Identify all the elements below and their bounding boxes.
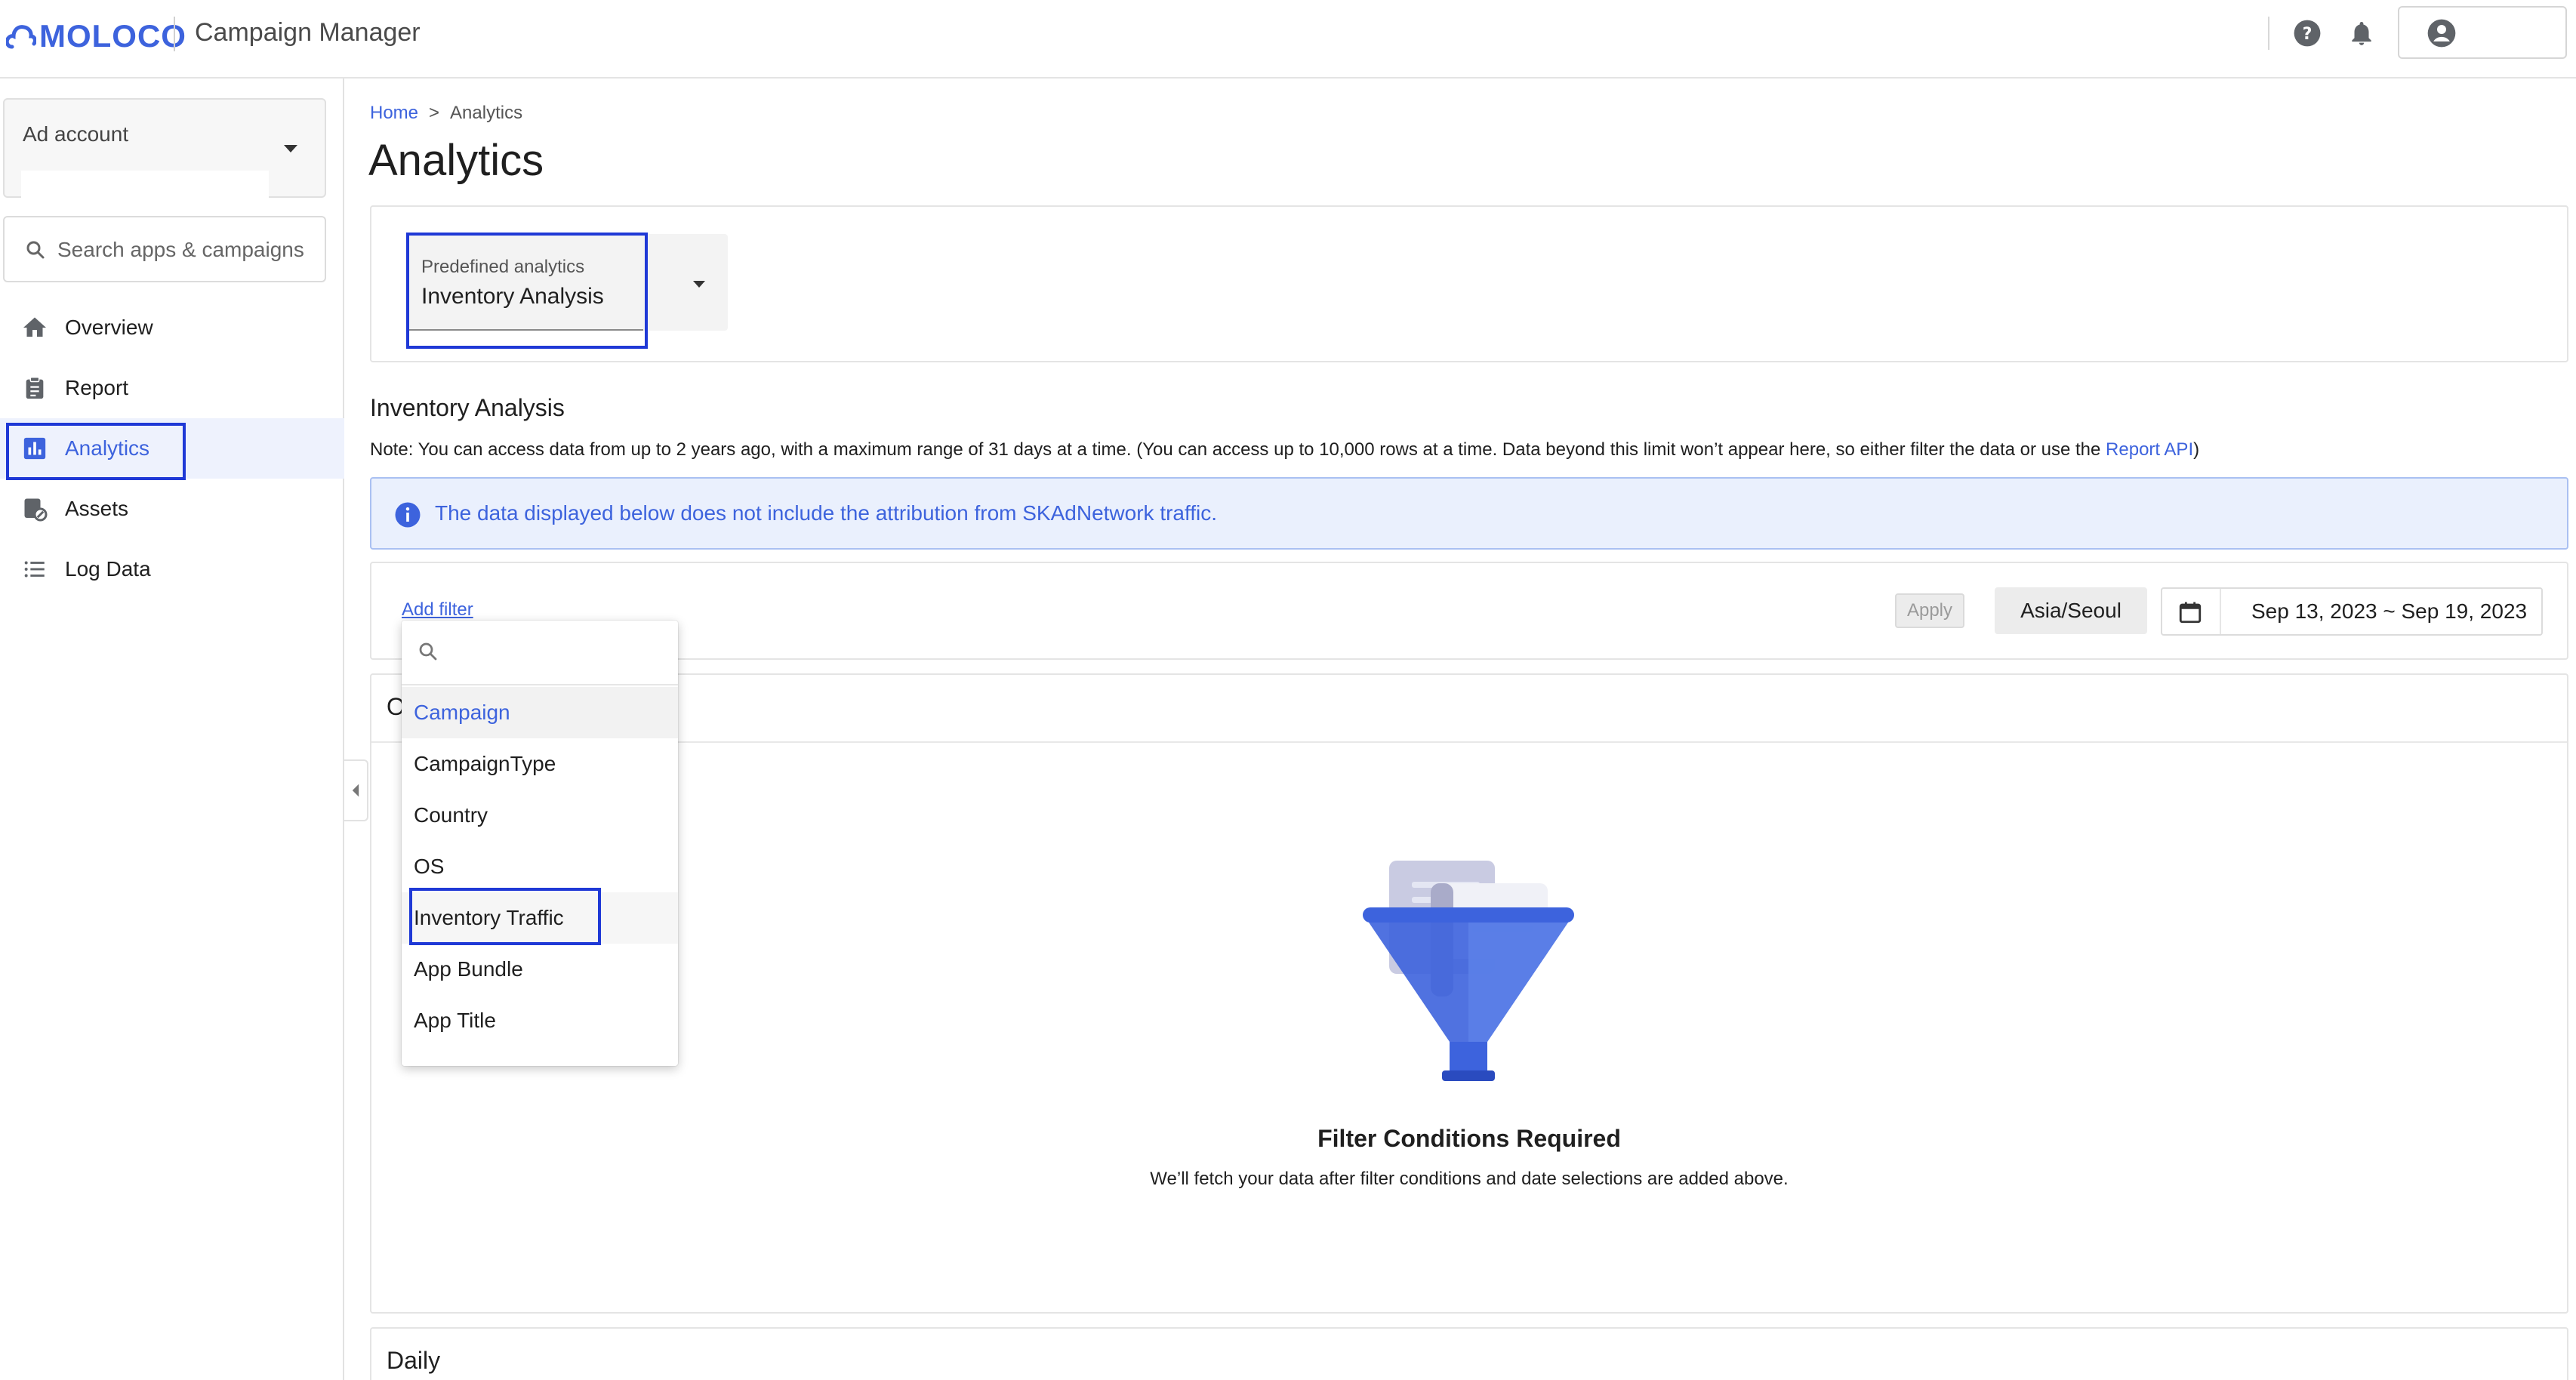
dropdown-search-input[interactable] <box>450 634 669 672</box>
daily-title: Daily <box>387 1347 441 1374</box>
ad-account-label: Ad account <box>23 122 129 146</box>
ad-account-selector[interactable]: Ad account <box>3 98 326 208</box>
note-end: ) <box>2193 439 2200 460</box>
note-body: Note: You can access data from up to 2 y… <box>370 439 2106 460</box>
option-app-bundle[interactable]: App Bundle <box>402 944 678 995</box>
sidebar-nav: Overview Report Analytics Assets Log Dat… <box>0 297 344 599</box>
sidebar-collapse-button[interactable] <box>344 759 368 821</box>
bell-icon[interactable] <box>2345 17 2378 50</box>
filter-funnel-illustration <box>1363 861 1574 1081</box>
logo-text: MOLOCO <box>39 18 186 54</box>
empty-state-subtitle: We’ll fetch your data after filter condi… <box>1150 1169 1789 1189</box>
option-campaign[interactable]: Campaign <box>402 687 678 738</box>
chevron-left-icon <box>352 784 359 797</box>
option-campaign-type[interactable]: CampaignType <box>402 738 678 790</box>
sidebar-item-assets[interactable]: Assets <box>0 479 344 539</box>
clipboard-icon <box>20 373 50 403</box>
page-title: Analytics <box>368 136 544 185</box>
moloco-logo[interactable]: MOLOCO <box>6 14 186 59</box>
add-filter-link[interactable]: Add filter <box>402 599 473 621</box>
header-divider <box>174 17 175 51</box>
option-country[interactable]: Country <box>402 790 678 841</box>
top-bar: MOLOCO Campaign Manager ? <box>0 0 2576 79</box>
daily-card <box>370 1327 2568 1380</box>
dropdown-search[interactable] <box>402 621 678 685</box>
search-apps-campaigns[interactable] <box>3 216 326 282</box>
account-menu-button[interactable] <box>2398 6 2567 59</box>
date-divider <box>2220 589 2221 634</box>
svg-text:?: ? <box>2303 24 2313 44</box>
assets-icon <box>20 494 50 524</box>
analytics-highlight-box <box>6 423 186 480</box>
help-circle-icon[interactable]: ? <box>2291 17 2324 50</box>
overview-card-divider <box>371 741 2567 743</box>
sidebar-item-overview[interactable]: Overview <box>0 297 344 358</box>
calendar-icon <box>2179 602 2202 624</box>
sidebar-item-label: Assets <box>65 497 129 520</box>
chevron-down-icon <box>284 145 297 152</box>
predefined-highlight-box <box>406 233 648 349</box>
sidebar-item-report[interactable]: Report <box>0 358 344 418</box>
info-banner: The data displayed below does not includ… <box>370 477 2568 550</box>
empty-state-title: Filter Conditions Required <box>1317 1125 1621 1152</box>
list-icon <box>20 554 50 584</box>
note-text: Note: You can access data from up to 2 y… <box>370 439 2199 461</box>
app-title: Campaign Manager <box>195 18 421 47</box>
search-icon <box>26 241 45 259</box>
header-divider-right <box>2268 17 2269 50</box>
sidebar-item-analytics[interactable]: Analytics <box>0 418 344 480</box>
sidebar-item-label: Report <box>65 376 129 399</box>
timezone-button[interactable]: Asia/Seoul <box>1995 587 2147 634</box>
chevron-down-icon <box>693 281 705 288</box>
option-os[interactable]: OS <box>402 841 678 892</box>
sidebar-item-label: Overview <box>65 316 153 339</box>
breadcrumb-current: Analytics <box>450 103 523 123</box>
sidebar-item-label: Log Data <box>65 557 151 581</box>
report-api-link[interactable]: Report API <box>2106 439 2193 460</box>
breadcrumb-separator: > <box>429 103 440 123</box>
home-icon <box>20 313 50 343</box>
search-icon <box>419 642 437 661</box>
section-title: Inventory Analysis <box>370 394 565 421</box>
date-range-picker[interactable]: Sep 13, 2023 ~ Sep 19, 2023 <box>2161 587 2543 636</box>
info-banner-text: The data displayed below does not includ… <box>435 501 1218 525</box>
breadcrumb-home-link[interactable]: Home <box>370 103 418 124</box>
inventory-traffic-highlight-box <box>409 888 601 945</box>
apply-button[interactable]: Apply <box>1895 593 1964 628</box>
cloud-logo-icon <box>6 25 36 49</box>
search-input[interactable] <box>57 231 314 269</box>
account-circle-icon <box>2427 19 2456 48</box>
sidebar-item-log-data[interactable]: Log Data <box>0 539 344 599</box>
breadcrumb: Home > Analytics <box>370 103 522 124</box>
ad-account-value <box>21 171 269 208</box>
info-icon <box>395 502 421 528</box>
date-range-text: Sep 13, 2023 ~ Sep 19, 2023 <box>2251 599 2528 623</box>
filter-field-dropdown: Campaign CampaignType Country OS Invento… <box>402 621 678 1066</box>
option-app-title[interactable]: App Title <box>402 995 678 1046</box>
dropdown-options: Campaign CampaignType Country OS Invento… <box>402 687 678 1046</box>
